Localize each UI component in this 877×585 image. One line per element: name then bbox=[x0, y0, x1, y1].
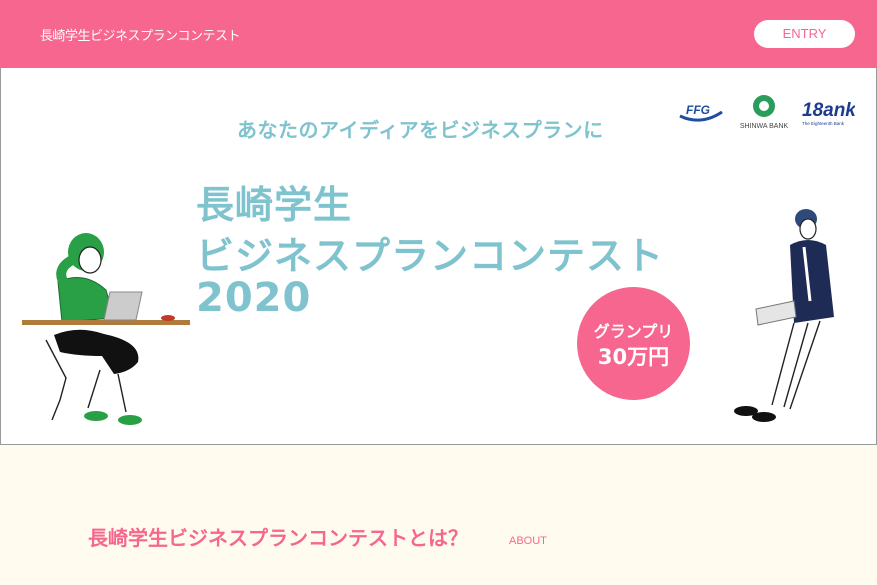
hero-title-line1: 長崎学生 bbox=[196, 183, 353, 227]
grand-prize-badge: グランプリ 30万円 bbox=[577, 287, 690, 400]
shinwa-bank-text: SHINWA BANK bbox=[740, 123, 789, 130]
hero-catchphrase: あなたのアイディアをビジネスプランに bbox=[237, 118, 604, 142]
woman-laptop-illustration bbox=[22, 233, 190, 425]
site-header: 長崎学生ビジネスプランコンテスト ENTRY bbox=[0, 0, 877, 68]
ffg-logo: FFG bbox=[679, 103, 723, 122]
ffg-logo-text: FFG bbox=[686, 103, 710, 117]
man-reading-illustration bbox=[734, 209, 834, 422]
eighteenth-bank-mark: 18ank bbox=[802, 100, 855, 121]
site-title[interactable]: 長崎学生ビジネスプランコンテスト bbox=[40, 25, 241, 44]
prize-amount: 30万円 bbox=[597, 345, 670, 369]
eighteenth-bank-sub: The Eighteenth Bank bbox=[802, 121, 845, 126]
hero-title-year: 2020 bbox=[196, 275, 312, 321]
shinwa-bank-logo: SHINWA BANK bbox=[740, 95, 789, 130]
hero-title-line2: ビジネスプランコンテスト bbox=[196, 234, 665, 278]
eighteenth-bank-logo: 18ank The Eighteenth Bank bbox=[802, 100, 855, 126]
about-subheading: ABOUT bbox=[509, 535, 547, 547]
prize-label: グランプリ bbox=[593, 322, 674, 341]
about-heading: 長崎学生ビジネスプランコンテストとは？ bbox=[88, 526, 468, 550]
entry-button[interactable]: ENTRY bbox=[754, 20, 855, 48]
